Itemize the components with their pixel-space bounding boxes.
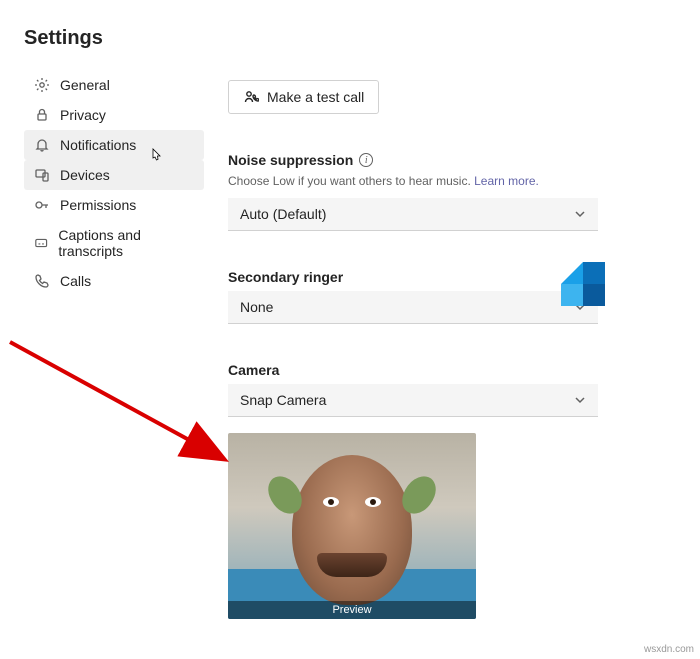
sidebar-item-calls[interactable]: Calls: [24, 266, 204, 296]
preview-label: Preview: [228, 601, 476, 619]
person-call-icon: [243, 89, 259, 105]
bell-icon: [34, 137, 50, 153]
chevron-down-icon: [574, 208, 586, 220]
dropdown-value: Auto (Default): [240, 206, 326, 222]
sidebar-label: Calls: [60, 273, 91, 289]
sidebar-label: Privacy: [60, 107, 106, 123]
sidebar-label: Permissions: [60, 197, 136, 213]
sidebar-item-general[interactable]: General: [24, 70, 204, 100]
sidebar-label: General: [60, 77, 110, 93]
phone-icon: [34, 273, 50, 289]
watermark: wsxdn.com: [644, 644, 694, 655]
sidebar-label: Captions and transcripts: [58, 227, 194, 259]
chevron-down-icon: [574, 394, 586, 406]
key-icon: [34, 197, 50, 213]
learn-more-link[interactable]: Learn more.: [474, 174, 539, 188]
sidebar-item-notifications[interactable]: Notifications: [24, 130, 204, 160]
ringer-title: Secondary ringer: [228, 269, 343, 285]
ringer-dropdown[interactable]: None: [228, 291, 598, 324]
camera-dropdown[interactable]: Snap Camera: [228, 384, 598, 417]
page-title: Settings: [24, 27, 103, 50]
noise-title: Noise suppression: [228, 152, 353, 168]
camera-title: Camera: [228, 362, 279, 378]
test-call-button[interactable]: Make a test call: [228, 80, 379, 114]
dropdown-value: Snap Camera: [240, 392, 326, 408]
close-button[interactable]: [668, 24, 676, 53]
main-content: Make a test call Noise suppression i Cho…: [204, 20, 700, 639]
noise-dropdown[interactable]: Auto (Default): [228, 198, 598, 231]
sidebar-item-permissions[interactable]: Permissions: [24, 190, 204, 220]
lock-icon: [34, 107, 50, 123]
sidebar-item-privacy[interactable]: Privacy: [24, 100, 204, 130]
devices-icon: [34, 167, 50, 183]
sidebar-item-devices[interactable]: Devices: [24, 160, 204, 190]
camera-preview: Preview: [228, 433, 476, 619]
pointer-cursor-icon: [148, 148, 164, 164]
windows-logo-tile: [561, 262, 605, 306]
info-icon[interactable]: i: [359, 153, 373, 167]
gear-icon: [34, 77, 50, 93]
sidebar-label: Notifications: [60, 137, 136, 153]
captions-icon: [34, 235, 48, 251]
sidebar-item-captions[interactable]: Captions and transcripts: [24, 220, 204, 266]
sidebar-label: Devices: [60, 167, 110, 183]
button-label: Make a test call: [267, 89, 364, 105]
dropdown-value: None: [240, 299, 273, 315]
sidebar: General Privacy Notifications Devices Pe…: [24, 20, 204, 639]
noise-desc: Choose Low if you want others to hear mu…: [228, 174, 670, 188]
